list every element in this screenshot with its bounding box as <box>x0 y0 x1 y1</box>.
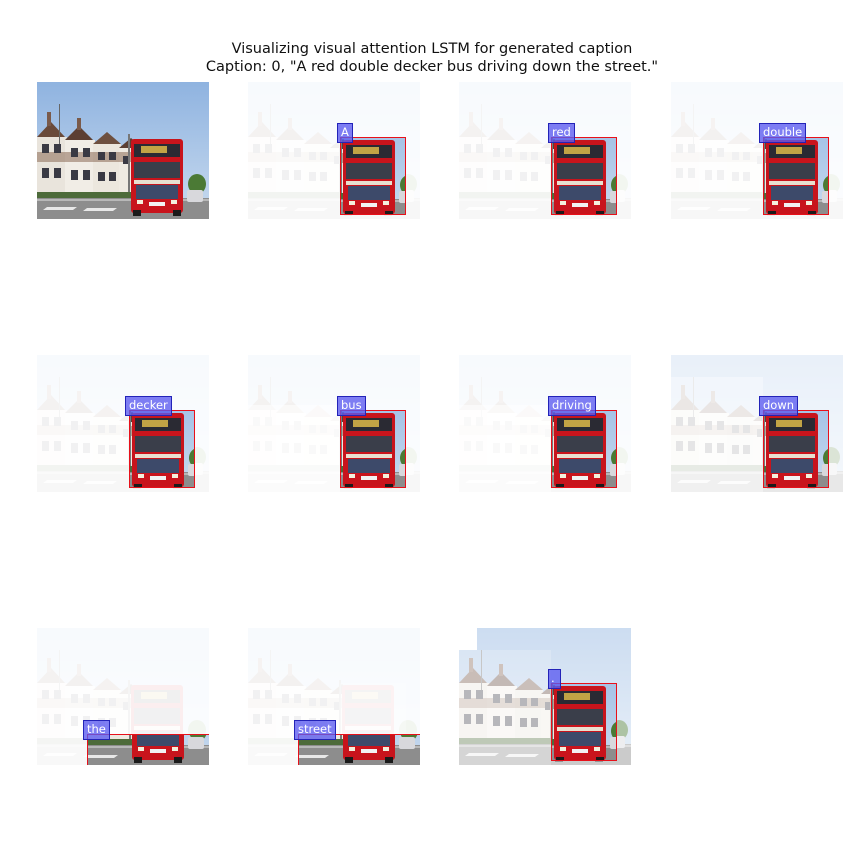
attention-patch <box>459 650 551 765</box>
attention-region <box>551 137 617 215</box>
attention-panel-street: street <box>248 628 420 765</box>
attention-word-label: street <box>294 720 336 740</box>
attention-patch <box>459 628 477 650</box>
attention-panel-a: A <box>248 82 420 219</box>
attention-word-label: down <box>759 396 799 416</box>
attention-region <box>340 137 406 215</box>
attention-region <box>763 410 829 488</box>
attention-word-label: . <box>548 669 561 689</box>
attention-region <box>763 137 829 215</box>
attention-region <box>129 410 195 488</box>
attention-word-label: driving <box>548 396 596 416</box>
figure-title-line-2: Caption: 0, "A red double decker bus dri… <box>205 59 659 75</box>
attention-region <box>551 410 617 488</box>
attention-region <box>551 683 617 761</box>
attention-word-label: decker <box>125 396 172 416</box>
attention-patch <box>459 405 551 492</box>
attention-panel-red: red <box>459 82 631 219</box>
street-bus-photo <box>37 82 209 219</box>
attention-region <box>340 410 406 488</box>
attention-word-label: the <box>83 720 110 740</box>
attention-panel-driving: driving <box>459 355 631 492</box>
attention-panel-down: down <box>671 355 843 492</box>
attention-panel-bus: bus <box>248 355 420 492</box>
attention-patch <box>671 377 763 492</box>
attention-word-label: double <box>759 123 807 143</box>
attention-panel-period: . <box>459 628 631 765</box>
attention-panel-double: double <box>671 82 843 219</box>
attention-word-label: red <box>548 123 575 143</box>
attention-word-label: bus <box>337 396 366 416</box>
attention-patch <box>248 405 340 492</box>
figure-title-line-1: Visualizing visual attention LSTM for ge… <box>231 41 633 57</box>
attention-panel-decker: decker <box>37 355 209 492</box>
attention-word-label: A <box>337 123 353 143</box>
original-image-panel <box>37 82 209 219</box>
attention-panel-the: the <box>37 628 209 765</box>
